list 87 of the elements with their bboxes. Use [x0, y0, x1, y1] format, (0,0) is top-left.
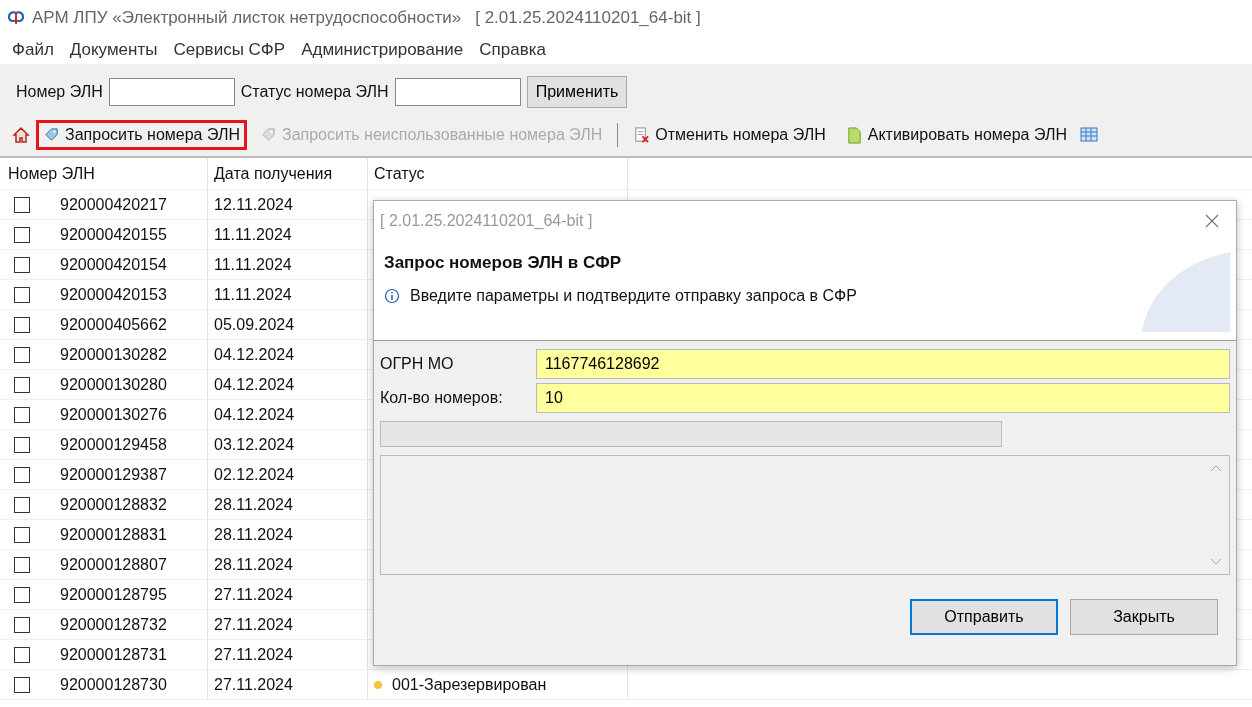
table-cell: 03.12.2024 — [214, 435, 295, 454]
checkbox[interactable] — [14, 586, 30, 603]
table-cell: 27.11.2024 — [214, 675, 293, 694]
table-cell: 28.11.2024 — [214, 555, 293, 574]
checkbox[interactable] — [14, 616, 30, 633]
info-text: Введите параметры и подтвердите отправку запроса в СФР — [410, 287, 857, 305]
table-cell: 04.12.2024 — [214, 345, 295, 364]
table-cell: 920000128832 — [60, 495, 167, 514]
table-cell: 11.11.2024 — [214, 225, 292, 244]
tag-icon — [259, 126, 277, 144]
dialog-button[interactable]: Закрыть — [1070, 599, 1218, 635]
table-cell: 27.11.2024 — [214, 585, 293, 604]
checkbox[interactable] — [14, 436, 30, 453]
table-cell: 920000405662 — [60, 315, 167, 334]
table-cell: 920000128831 — [60, 525, 167, 544]
checkbox[interactable] — [14, 466, 30, 483]
table-cell: 28.11.2024 — [214, 495, 293, 514]
table-cell: 27.11.2024 — [214, 615, 293, 634]
version-label: [ 2.01.25.2024110201_64-bit ] — [475, 8, 701, 28]
table-cell: 11.11.2024 — [214, 255, 292, 274]
table-cell: 920000130280 — [60, 375, 167, 394]
table-cell: 04.12.2024 — [214, 375, 295, 394]
table-cell: 920000130282 — [60, 345, 167, 364]
checkbox[interactable] — [14, 526, 30, 543]
checkbox[interactable] — [14, 646, 30, 663]
checkbox[interactable] — [14, 286, 30, 303]
checkbox[interactable] — [14, 376, 30, 393]
toolbar-button[interactable]: Отменить номера ЭЛН — [626, 120, 833, 150]
table-cell: 27.11.2024 — [214, 645, 293, 664]
input-field[interactable] — [108, 78, 235, 106]
table-cell: 920000420153 — [60, 285, 167, 304]
dialog-heading: Запрос номеров ЭЛН в СФР — [384, 253, 623, 273]
menu-item[interactable]: Файл — [12, 40, 54, 60]
field-label: ОГРН МО — [380, 355, 455, 373]
input-field[interactable]: 1167746128692 — [536, 349, 1230, 379]
table-cell: 11.11.2024 — [214, 285, 292, 304]
checkbox[interactable] — [14, 256, 30, 273]
checkbox[interactable] — [14, 556, 30, 573]
field-label: Статус номера ЭЛН — [240, 83, 389, 101]
menu-item[interactable]: Сервисы СФР — [173, 40, 286, 60]
menu-item[interactable]: Справка — [479, 40, 546, 60]
table-cell: 05.09.2024 — [214, 315, 295, 334]
input-field[interactable] — [394, 78, 521, 106]
table-cell: 920000128732 — [60, 615, 167, 634]
info-icon — [384, 288, 400, 304]
table-cell: 920000128795 — [60, 585, 167, 604]
menu-item[interactable]: Администрирование — [301, 40, 464, 60]
table-cell: 02.12.2024 — [214, 465, 295, 484]
field-label: Кол-во номеров: — [380, 389, 504, 407]
checkbox[interactable] — [14, 226, 30, 243]
table-cell: 28.11.2024 — [214, 525, 293, 544]
table-cell: 920000420217 — [60, 195, 167, 214]
home-icon[interactable] — [12, 126, 30, 144]
table-cell: 001-Зарезервирован — [392, 675, 547, 694]
input-field[interactable]: 10 — [536, 383, 1230, 413]
checkbox[interactable] — [14, 496, 30, 513]
dialog-button[interactable]: Отправить — [910, 599, 1058, 635]
field-label: Номер ЭЛН — [16, 83, 103, 101]
checkbox[interactable] — [14, 676, 30, 693]
table-cell: 920000130276 — [60, 405, 167, 424]
column-header[interactable]: Дата получения — [208, 158, 368, 189]
toolbar-button[interactable]: Запросить номера ЭЛН — [36, 120, 247, 150]
table-cell: 920000128731 — [60, 645, 167, 664]
column-header[interactable]: Статус — [368, 158, 628, 189]
apply-button[interactable]: Применить — [526, 76, 628, 108]
toolbar-button[interactable]: Активировать номера ЭЛН — [838, 120, 1074, 150]
checkbox[interactable] — [14, 196, 30, 213]
menu-item[interactable]: Документы — [69, 40, 158, 60]
table-cell: 920000128807 — [60, 555, 167, 574]
table-cell: 920000129387 — [60, 465, 167, 484]
table-cell: 920000420154 — [60, 255, 167, 274]
table-cell: 920000420155 — [60, 225, 167, 244]
document-icon — [845, 126, 863, 144]
table-cell: 12.11.2024 — [214, 195, 293, 214]
table-cell: 920000129458 — [60, 435, 167, 454]
checkbox[interactable] — [14, 406, 30, 423]
table-cell: 920000128730 — [60, 675, 167, 694]
tag-icon — [43, 126, 60, 144]
checkbox[interactable] — [14, 346, 30, 363]
column-header[interactable]: Номер ЭЛН — [0, 158, 208, 189]
close-icon[interactable] — [1204, 213, 1220, 229]
window-title: АРМ ЛПУ «Электронный листок нетрудоспособности» — [32, 8, 462, 28]
dialog-title: [ 2.01.25.2024110201_64-bit ] — [380, 212, 593, 230]
document-cross-icon — [633, 126, 651, 144]
table-cell: 04.12.2024 — [214, 405, 295, 424]
checkbox[interactable] — [14, 316, 30, 333]
table-icon[interactable] — [1079, 126, 1098, 144]
